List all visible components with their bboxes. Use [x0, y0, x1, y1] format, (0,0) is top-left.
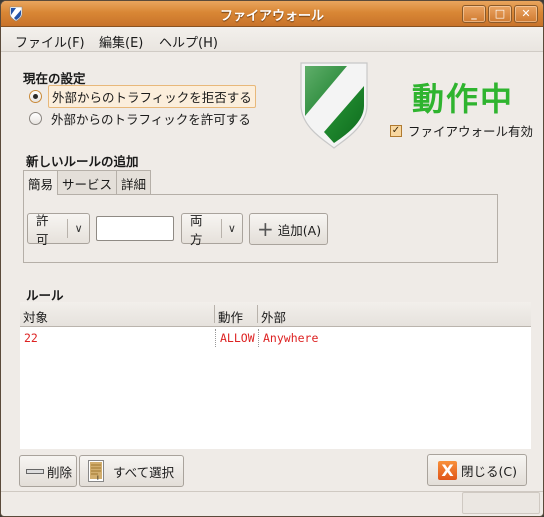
delete-button[interactable]: 削除 [19, 455, 77, 487]
title-bar[interactable]: ファイアウォール _ □ ✕ [1, 1, 543, 27]
add-button-label: 追加(A) [277, 222, 322, 238]
menu-file[interactable]: ファイル(F) [15, 32, 85, 51]
tab-advanced[interactable]: 詳細 [116, 170, 152, 194]
add-button[interactable]: + 追加(A) [249, 213, 328, 245]
minus-icon [26, 468, 44, 474]
action-combo[interactable]: 許可 ∨ [27, 213, 90, 247]
svg-text:I: I [97, 475, 99, 482]
firewall-enabled-checkbox-row[interactable]: ✓ ファイアウォール有効 [390, 121, 533, 140]
port-input[interactable] [96, 216, 174, 241]
firewall-enabled-checkbox[interactable]: ✓ [390, 124, 402, 137]
menu-edit[interactable]: 編集(E) [99, 32, 143, 51]
column-separator [214, 305, 215, 323]
maximize-icon: □ [494, 7, 506, 20]
direction-combo-value: 両方 [190, 212, 203, 247]
column-separator [257, 305, 258, 323]
firewall-status-text: 動作中 [412, 80, 515, 118]
chevron-down-icon: ∨ [74, 222, 83, 235]
select-all-button[interactable]: I すべて選択 [79, 455, 184, 487]
column-header-from[interactable]: 外部 [261, 307, 286, 326]
plus-icon: + [257, 217, 274, 241]
radio-deny-label: 外部からのトラフィックを拒否する [48, 84, 256, 108]
close-button[interactable]: X 閉じる(C) [427, 454, 527, 486]
action-combo-value: 許可 [36, 212, 49, 247]
firewall-enabled-label: ファイアウォール有効 [408, 124, 534, 139]
radio-button-checked[interactable] [29, 89, 42, 103]
rule-target: 22 [24, 331, 38, 345]
rule-tabs: 簡易 サービス 詳細 [23, 170, 152, 195]
select-all-label: すべて選択 [113, 464, 175, 480]
rules-table-header: 対象 動作 外部 [20, 302, 531, 327]
delete-button-label: 削除 [47, 464, 73, 480]
chevron-down-icon: ∨ [227, 222, 236, 235]
document-select-icon: I [88, 460, 104, 482]
firewall-shield-icon [300, 62, 368, 149]
direction-combo[interactable]: 両方 ∨ [181, 213, 243, 247]
firewall-window: ファイアウォール _ □ ✕ ファイル(F) 編集(E) ヘルプ(H) 現在の設… [0, 0, 544, 517]
menu-bar: ファイル(F) 編集(E) ヘルプ(H) [1, 27, 543, 52]
resize-grip[interactable] [462, 492, 540, 514]
tab-service[interactable]: サービス [57, 170, 118, 194]
close-button-label: 閉じる(C) [461, 463, 517, 479]
radio-button-unchecked[interactable] [29, 111, 42, 125]
close-x-icon: X [438, 460, 457, 480]
rule-action: ALLOW [220, 331, 255, 345]
radio-deny-incoming[interactable]: 外部からのトラフィックを拒否する [29, 84, 256, 108]
close-window-button[interactable]: ✕ [514, 5, 538, 23]
radio-allow-incoming[interactable]: 外部からのトラフィックを許可する [29, 108, 254, 128]
column-header-target[interactable]: 対象 [23, 307, 48, 326]
menu-help[interactable]: ヘルプ(H) [159, 32, 218, 51]
rules-table[interactable]: 対象 動作 外部 22 ALLOW Anywhere [20, 302, 531, 449]
radio-allow-label: 外部からのトラフィックを許可する [51, 111, 251, 127]
maximize-button[interactable]: □ [488, 5, 512, 23]
tab-simple[interactable]: 簡易 [23, 170, 59, 195]
minimize-button[interactable]: _ [462, 5, 486, 23]
close-icon: ✕ [521, 7, 531, 20]
column-header-action[interactable]: 動作 [218, 307, 243, 326]
cell-separator [215, 329, 216, 347]
add-rule-heading: 新しいルールの追加 [26, 154, 139, 169]
minimize-icon: _ [471, 7, 477, 20]
rule-from: Anywhere [263, 331, 319, 345]
cell-separator [258, 329, 259, 347]
table-row[interactable]: 22 ALLOW Anywhere [20, 327, 531, 349]
